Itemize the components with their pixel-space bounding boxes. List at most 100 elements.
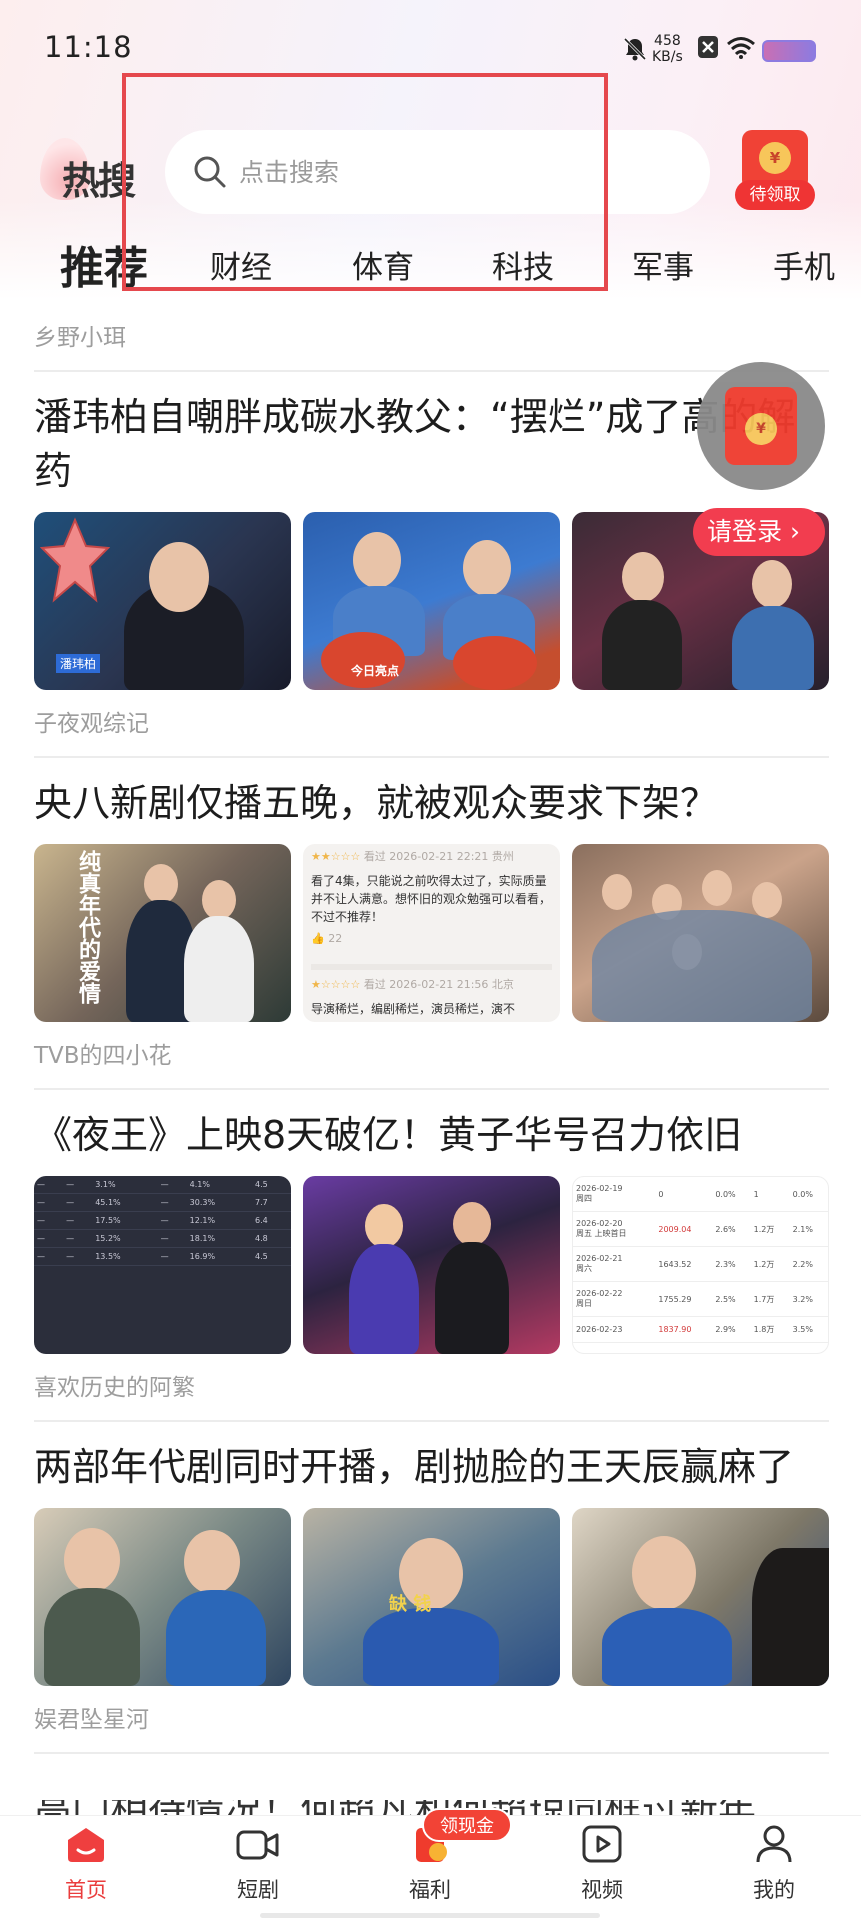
article-image[interactable] [572,844,829,1022]
box-office-chart: — —3.1% —4.1% 4.5 — —45.1% —30.3% 7.7 — —17.5% —… [34,1176,291,1266]
article-image[interactable]: 今日亮点 [303,512,560,690]
article-title[interactable]: 央八新剧仅播五晚，就被观众要求下架？ [34,776,829,830]
review-text: 导演稀烂，编剧稀烂，演员稀烂，演不 [311,1002,516,1016]
video-camera-icon [236,1830,279,1860]
home-indicator [260,1913,600,1918]
table-cell: 周四 [576,1194,592,1203]
coin-icon: ¥ [759,142,791,174]
table-cell: 2026-02-20 [576,1219,623,1228]
star-mascot-icon [40,517,110,603]
tab-military[interactable]: 军事 [632,242,694,287]
review-date: 看过 2026-02-21 21:56 北京 [363,978,514,991]
article-image[interactable]: 缺 钱 [303,1508,560,1686]
article-author[interactable]: 乡野小珥 [34,318,829,358]
person-head [365,1204,403,1248]
nav-label: 视频 [581,1878,623,1902]
drum-shape [453,636,537,690]
table-cell: 3.2% [789,1281,828,1317]
divider [34,1088,829,1090]
article-image[interactable] [34,1508,291,1686]
article-image[interactable]: ★★☆☆☆ 看过 2026-02-21 22:21 贵州 看了4集，只能说之前吹… [303,844,560,1022]
table-cell: 2.6% [712,1211,751,1247]
review-meta: ★★☆☆☆ 看过 2026-02-21 22:21 贵州 [311,848,552,866]
person-figure [184,916,254,1022]
table-cell: 3.5% [789,1316,828,1343]
nav-label: 首页 [65,1878,107,1902]
table-cell: 2.1% [789,1211,828,1247]
divider [34,1420,829,1422]
image-caption: 今日亮点 [351,664,400,678]
nav-label: 福利 [409,1878,451,1902]
article-author[interactable]: TVB的四小花 [34,1036,829,1076]
article-title[interactable]: 两部年代剧同时开播，剧抛脸的王天辰赢麻了 [34,1440,829,1494]
review-card: ★★☆☆☆ 看过 2026-02-21 22:21 贵州 看了4集，只能说之前吹… [311,848,552,948]
article-card[interactable]: 《夜王》上映8天破亿！黄子华号召力依旧 — —3.1% —4.1% 4.5 — —45.… [34,1108,829,1422]
person-head [149,542,209,612]
article-image[interactable] [572,1508,829,1686]
article-card[interactable]: 两部年代剧同时开播，剧抛脸的王天辰赢麻了 缺 钱 娱君坠星河 [34,1440,829,1754]
table-cell: 0.0% [789,1177,828,1212]
battery-icon [762,40,816,62]
table-cell: 2.9% [712,1316,751,1343]
nav-home[interactable]: 首页 [36,1824,136,1904]
divider [34,1752,829,1754]
group-figure [592,910,812,1022]
table-cell: 2.2% [789,1246,828,1282]
table-cell: 2026-02-22 [576,1289,623,1298]
article-author[interactable]: 娱君坠星河 [34,1700,829,1740]
table-cell: 1 [750,1177,790,1212]
article-card[interactable]: 央八新剧仅播五晚，就被观众要求下架？ 纯真年代的爱情 ★★☆☆☆ 看过 2026… [34,776,829,1090]
article-images: — —3.1% —4.1% 4.5 — —45.1% —30.3% 7.7 — —17.5% —… [34,1176,829,1354]
article-title[interactable]: 《夜王》上映8天破亿！黄子华号召力依旧 [34,1108,829,1162]
nav-profile[interactable]: 我的 [724,1824,824,1904]
close-box-icon [698,36,718,58]
table-cell: 周六 [576,1264,592,1273]
table-cell: 0 [655,1177,713,1212]
person-head [353,532,401,588]
image-caption: 缺 钱 [389,1594,432,1615]
person-head [622,552,664,602]
login-button[interactable]: 请登录 › [693,508,825,556]
table-cell: 1643.52 [655,1246,713,1282]
person-head [463,540,511,596]
wifi-icon [727,37,755,59]
person-head [64,1528,120,1592]
person-head [752,882,782,918]
table-cell: 2026-02-19 [576,1184,623,1193]
article-author[interactable]: 喜欢历史的阿繁 [34,1368,829,1408]
nav-video[interactable]: 视频 [552,1824,652,1904]
table-cell: 2026-02-21 [576,1254,623,1263]
tab-phone[interactable]: 手机 [773,242,835,287]
table-cell: 周日 [576,1299,592,1308]
article-images: 纯真年代的爱情 ★★☆☆☆ 看过 2026-02-21 22:21 贵州 看了4… [34,844,829,1022]
person-head [453,1202,491,1246]
profile-icon [756,1825,792,1863]
article-image[interactable]: — —3.1% —4.1% 4.5 — —45.1% —30.3% 7.7 — —17.5% —… [34,1176,291,1354]
person-figure [435,1242,509,1354]
article-image[interactable] [303,1176,560,1354]
table-cell: 2026-02-23 [576,1325,623,1334]
network-speed-value: 458 [654,33,681,49]
article-images: 缺 钱 [34,1508,829,1686]
article-image[interactable]: 2026-02-19 周四 0 0.0% 1 0.0% 2026-02-20 周五 上映首日… [572,1176,829,1354]
cash-badge[interactable]: 领现金 [422,1808,512,1842]
table-cell: 0.0% [712,1177,751,1212]
person-figure [363,1608,499,1686]
nav-short-drama[interactable]: 短剧 [208,1824,308,1904]
article-image[interactable]: 潘玮柏 [34,512,291,690]
red-packet-button[interactable]: ¥ 待领取 [735,130,815,210]
article-image[interactable]: 纯真年代的爱情 [34,844,291,1022]
article-author[interactable]: 子夜观综记 [34,704,829,744]
review-meta: ★☆☆☆☆ 看过 2026-02-21 21:56 北京 [311,976,552,994]
table-cell: 1.2万 [750,1246,790,1282]
bottom-navigation: 首页 短剧 福利 领现金 视频 我的 [0,1808,861,1920]
poster-title: 纯真年代的爱情 [75,850,100,1004]
floating-red-packet[interactable]: ¥ [697,362,825,490]
table-cell: 1755.29 [655,1281,713,1317]
likes-count: 22 [328,932,343,945]
table-cell: 1.2万 [750,1211,790,1247]
person-figure [44,1588,140,1686]
red-envelope-icon: ¥ [725,387,797,465]
divider [34,370,829,372]
person-head [632,1536,696,1610]
